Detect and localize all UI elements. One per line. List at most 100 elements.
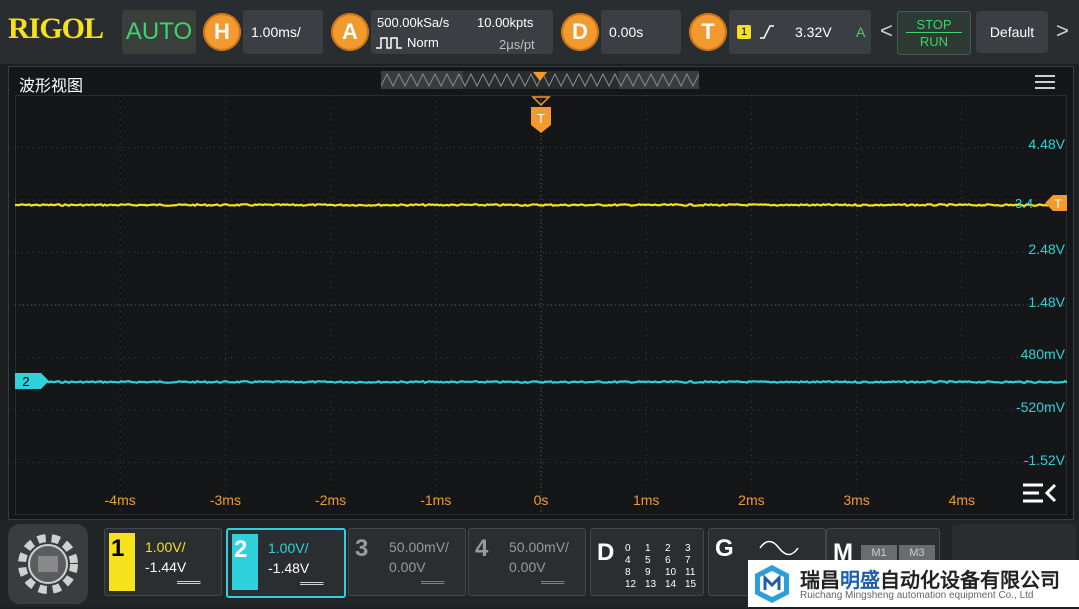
stop-run-button[interactable]: STOP RUN	[897, 11, 971, 55]
trigger-position-label: T	[537, 111, 545, 126]
channel-offset: -1.48V	[268, 560, 310, 576]
x-axis-label: 1ms	[633, 492, 659, 508]
company-name-en: Ruichang Mingsheng automation equipment …	[800, 590, 1034, 601]
digital-channel-number: 3	[685, 543, 691, 554]
digital-channel-number: 10	[665, 567, 677, 578]
channel-number: 2	[234, 536, 248, 563]
ch2-offset-marker[interactable]: 2	[15, 373, 49, 389]
horizontal-timebase-box[interactable]: 1.00ms/	[243, 10, 323, 54]
brand-logo: RIGOL	[8, 12, 104, 45]
y-axis-label: 480mV	[1021, 346, 1066, 362]
memory-position-bar[interactable]	[381, 71, 699, 89]
x-axis-label: -4ms	[105, 492, 136, 508]
channel-offset: 0.00V	[389, 559, 426, 575]
x-axis-label: 0s	[534, 492, 549, 508]
trigger-position-marker[interactable]: T	[531, 96, 551, 133]
delay-badge[interactable]: D	[561, 13, 599, 51]
digital-channel-number: 13	[645, 579, 657, 590]
x-axis-label: -3ms	[210, 492, 241, 508]
ch1-trace	[15, 202, 1067, 208]
digital-channel-number: 4	[625, 555, 631, 566]
timebase-value: 1.00ms/	[251, 24, 301, 40]
company-logo-icon	[755, 565, 789, 603]
math-m3-tab[interactable]: M3	[899, 545, 935, 561]
y-axis-label: 1.48V	[1028, 294, 1065, 310]
math-m1-tab[interactable]: M1	[861, 545, 897, 561]
trigger-level-label: T	[1054, 197, 1062, 211]
acquire-badge[interactable]: A	[331, 13, 369, 51]
channel-coupling-icon: ═══	[541, 577, 565, 589]
y-axis-label: -520mV	[1016, 399, 1066, 415]
channel-offset: -1.44V	[145, 559, 187, 575]
trigger-badge[interactable]: T	[689, 13, 727, 51]
default-button[interactable]: Default	[976, 11, 1048, 53]
trigger-level: 3.32V	[795, 24, 832, 40]
top-status-bar: RIGOL AUTO H 1.00ms/ A 500.00kSa/s 10.00…	[0, 0, 1079, 64]
x-axis-labels: -4ms -3ms -2ms -1ms 0s 1ms 2ms 3ms 4ms	[105, 492, 975, 508]
channel-scale: 1.00V/	[145, 539, 186, 555]
channel-coupling-icon: ═══	[300, 578, 324, 590]
digital-channel-number: 11	[685, 567, 696, 578]
acquisition-mode: Norm	[407, 35, 439, 50]
time-per-point: 2μs/pt	[499, 37, 535, 52]
trigger-status-letter: A	[856, 24, 866, 40]
acquire-box[interactable]: 500.00kSa/s 10.00kpts Norm 2μs/pt	[371, 10, 553, 54]
right-arrow-icon[interactable]: >	[1056, 18, 1069, 44]
pulse-icon	[376, 37, 402, 49]
collapse-panel-icon[interactable]	[1021, 481, 1059, 505]
channel-2-panel[interactable]: 2 1.00V/ -1.48V ═══	[226, 528, 346, 598]
channel-scale: 1.00V/	[268, 540, 309, 556]
waveform-view-title: 波形视图	[19, 78, 84, 95]
channel-scale: 50.00mV/	[389, 539, 449, 555]
stop-run-divider	[906, 32, 962, 33]
ch2-offset-label: 2	[22, 374, 29, 389]
x-axis-label: -2ms	[315, 492, 346, 508]
digital-channel-number: 6	[665, 555, 671, 566]
left-arrow-icon[interactable]: <	[880, 18, 893, 44]
digital-channels-panel[interactable]: D 0 1 2 3 4 5 6 7 8 9 10 11 12 13 14 15	[590, 528, 704, 596]
trigger-box[interactable]: 1 3.32V A	[729, 10, 871, 54]
channel-3-panel[interactable]: 3 50.00mV/0.00V ═══	[348, 528, 466, 596]
x-axis-label: 2ms	[738, 492, 764, 508]
y-axis-label: -1.52V	[1024, 452, 1066, 468]
watermark-overlay: 瑞昌明盛自动化设备有限公司 Ruichang Mingsheng automat…	[748, 560, 1079, 607]
horizontal-badge[interactable]: H	[203, 13, 241, 51]
digital-channel-number: 5	[645, 555, 651, 566]
channel-offset: 0.00V	[509, 559, 546, 575]
gear-icon	[18, 534, 78, 594]
menu-icon[interactable]	[1035, 75, 1055, 89]
generator-label: G	[715, 535, 734, 562]
trigger-mode-button[interactable]: AUTO	[122, 10, 196, 54]
trigger-level-marker[interactable]: 3.4 T	[1015, 195, 1067, 211]
channel-coupling-icon: ═══	[421, 577, 445, 589]
waveform-plot[interactable]: -4ms -3ms -2ms -1ms 0s 1ms 2ms 3ms 4ms 4.48V 2.48…	[15, 95, 1067, 515]
ch2-trace	[15, 379, 1067, 385]
y-axis-label: 4.48V	[1028, 136, 1065, 152]
channel-scale: 50.00mV/	[509, 539, 569, 555]
channel-4-panel[interactable]: 4 50.00mV/0.00V ═══	[468, 528, 586, 596]
channel-1-panel[interactable]: 1 1.00V/ -1.44V ═══	[104, 528, 222, 596]
digital-channel-number: 1	[645, 543, 651, 554]
y-axis-label: 2.48V	[1028, 241, 1065, 257]
digital-channel-number: 7	[685, 555, 691, 566]
digital-channel-number: 2	[665, 543, 671, 554]
trigger-source-badge: 1	[737, 25, 751, 39]
x-axis-label: -1ms	[420, 492, 451, 508]
delay-value: 0.00s	[609, 24, 644, 40]
digital-channel-number: 8	[625, 567, 631, 578]
company-name-cn: 瑞昌明盛自动化设备有限公司	[800, 570, 1060, 592]
trigger-level-readout: 3.4	[1015, 196, 1033, 211]
x-axis-label: 4ms	[949, 492, 975, 508]
run-label: RUN	[919, 34, 949, 49]
delay-box[interactable]: 0.00s	[601, 10, 681, 54]
function-navigation-button[interactable]	[8, 524, 88, 604]
digital-channel-number: 14	[665, 579, 677, 590]
waveform-view[interactable]: 波形视图 -4ms -3ms -2ms -1ms 0s 1ms 2ms 3ms 4ms 4.48…	[8, 66, 1074, 520]
graticule	[15, 95, 1067, 515]
channel-number: 3	[355, 535, 369, 562]
digital-channel-number: 0	[625, 543, 631, 554]
digital-channel-number: 12	[625, 579, 637, 590]
memory-depth: 10.00kpts	[477, 15, 534, 30]
rising-edge-icon	[760, 25, 774, 39]
digital-label: D	[597, 539, 615, 566]
